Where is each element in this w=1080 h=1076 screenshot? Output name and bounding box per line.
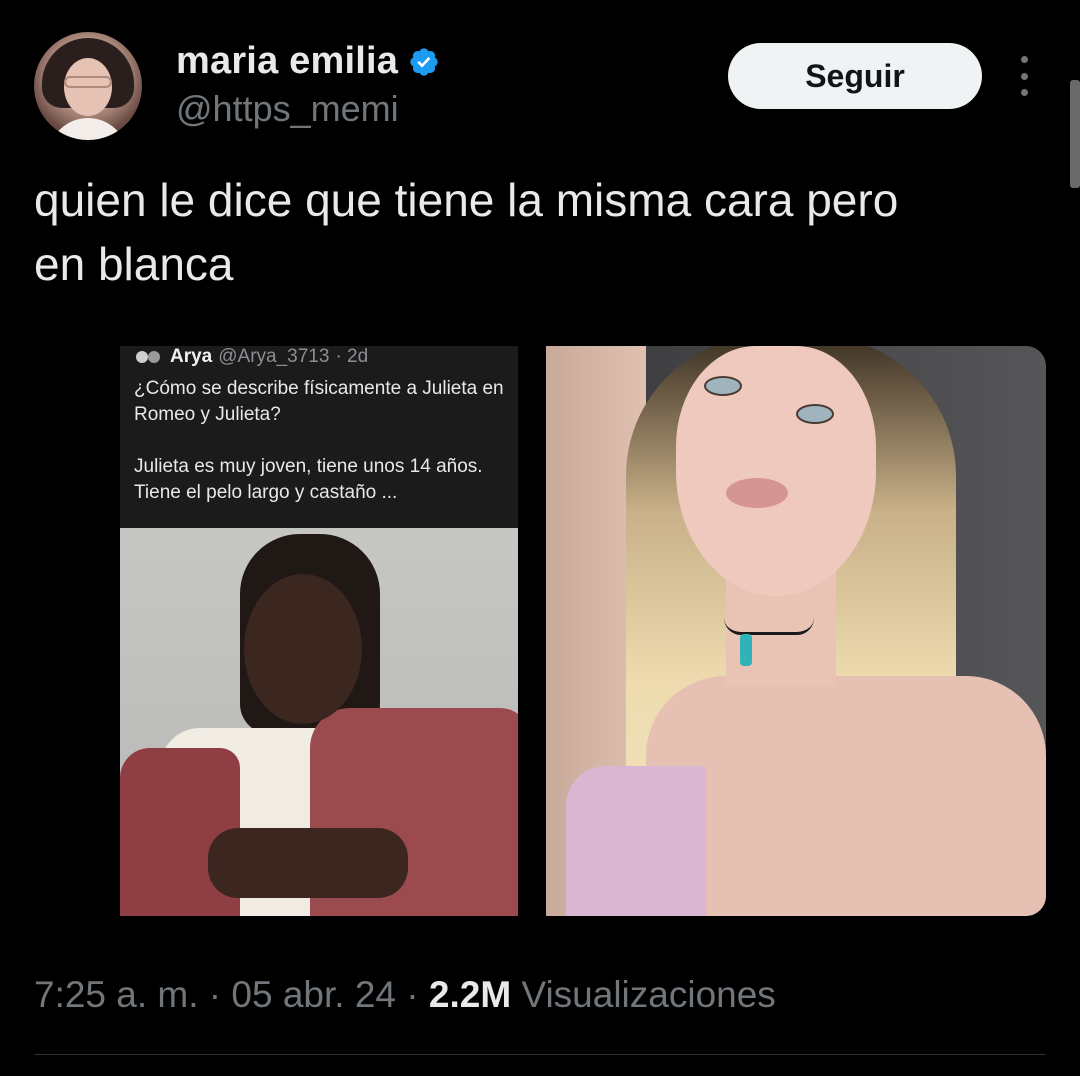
tweet-image-right[interactable] (546, 346, 1046, 916)
separator: · (198, 974, 232, 1015)
author-name-row: maria emilia (176, 40, 440, 83)
divider (34, 1054, 1046, 1055)
verified-badge-icon (410, 47, 438, 76)
photo-person-left (120, 528, 518, 916)
follow-button[interactable]: Seguir (728, 43, 982, 109)
tweet-time[interactable]: 7:25 a. m. (34, 974, 199, 1015)
separator: · (396, 974, 429, 1015)
more-options-icon[interactable] (1014, 56, 1034, 96)
tweet-date[interactable]: 05 abr. 24 (231, 974, 396, 1015)
author-handle[interactable]: @https_memi (176, 88, 399, 130)
embedded-post-age: · 2d (335, 346, 369, 367)
views-label: Visualizaciones (511, 974, 776, 1015)
author-display-name[interactable]: maria emilia (176, 40, 398, 83)
embedded-question: ¿Cómo se describe físicamente a Julieta … (134, 378, 504, 425)
embedded-author-handle: @Arya_3713 (218, 346, 330, 367)
avatar[interactable] (34, 32, 142, 140)
tweet-image-left[interactable]: Arya @Arya_3713 · 2d ¿Cómo se describe f… (120, 346, 518, 916)
tweet-text: quien le dice que tiene la misma cara pe… (34, 174, 899, 290)
views-count[interactable]: 2.2M (429, 974, 511, 1015)
embedded-post-screenshot: Arya @Arya_3713 · 2d ¿Cómo se describe f… (134, 346, 504, 526)
scrollbar-thumb[interactable] (1070, 80, 1080, 188)
embedded-avatar-icon (136, 351, 160, 363)
embedded-author-name: Arya (170, 346, 213, 367)
tweet-metadata: 7:25 a. m. · 05 abr. 24 · 2.2M Visualiza… (34, 974, 776, 1016)
tweet-detail: maria emilia @https_memi Seguir quien le… (0, 0, 1080, 1076)
embedded-answer: Julieta es muy joven, tiene unos 14 años… (134, 456, 483, 503)
